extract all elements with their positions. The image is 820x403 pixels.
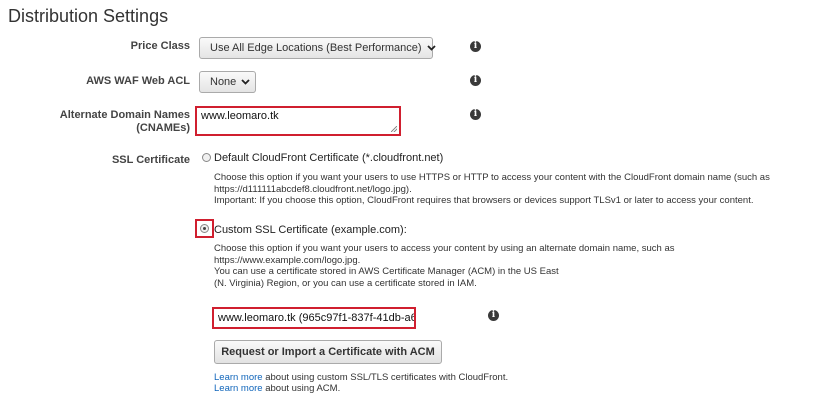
page-title: Distribution Settings bbox=[8, 6, 169, 26]
price-class-value: Use All Edge Locations (Best Performance… bbox=[210, 42, 422, 54]
waf-label: AWS WAF Web ACL bbox=[86, 75, 190, 87]
custom-cert-description: Choose this option if you want your user… bbox=[214, 243, 674, 290]
learn-more-ssl-link[interactable]: Learn more bbox=[214, 372, 263, 383]
cnames-value: www.leomaro.tk bbox=[201, 110, 279, 122]
learn-more-ssl-line: Learn more about using custom SSL/TLS ce… bbox=[214, 372, 508, 384]
chevron-down-icon bbox=[241, 77, 250, 88]
acm-request-button[interactable]: Request or Import a Certificate with ACM bbox=[214, 340, 442, 364]
custom-desc-line: You can use a certificate stored in AWS … bbox=[214, 266, 559, 278]
custom-desc-line: https://www.example.com/logo.jpg. bbox=[214, 254, 361, 266]
waf-select[interactable]: None bbox=[199, 71, 256, 93]
default-desc-line: Important: If you choose this option, Cl… bbox=[214, 195, 754, 207]
learn-more-acm-line: Learn more about using ACM. bbox=[214, 383, 340, 395]
cnames-textarea[interactable]: www.leomaro.tk bbox=[195, 106, 401, 136]
custom-desc-line: (N. Virginia) Region, or you can use a c… bbox=[214, 278, 477, 290]
custom-cert-radio[interactable] bbox=[200, 224, 209, 233]
cnames-label: Alternate Domain Names (CNAMEs) bbox=[0, 109, 190, 135]
custom-cert-radio-highlight[interactable] bbox=[195, 219, 214, 238]
learn-more-acm-link[interactable]: Learn more bbox=[214, 383, 263, 394]
resize-grip-icon[interactable] bbox=[391, 126, 397, 132]
learn-more-acm-text: about using ACM. bbox=[262, 383, 341, 394]
chevron-down-icon bbox=[426, 43, 436, 54]
cnames-info-icon[interactable]: i bbox=[470, 109, 481, 120]
default-cert-description: Choose this option if you want your user… bbox=[214, 172, 770, 207]
price-class-select[interactable]: Use All Edge Locations (Best Performance… bbox=[199, 37, 436, 59]
price-class-info-icon[interactable]: i bbox=[470, 41, 481, 52]
default-cert-radio[interactable] bbox=[202, 153, 211, 162]
cnames-label-line2: (CNAMEs) bbox=[136, 122, 190, 134]
custom-desc-line: Choose this option if you want your user… bbox=[214, 243, 675, 254]
learn-more-ssl-text: about using custom SSL/TLS certificates … bbox=[262, 372, 509, 383]
waf-info-icon[interactable]: i bbox=[470, 75, 481, 86]
certificate-info-icon[interactable]: i bbox=[488, 310, 499, 321]
default-desc-line: Choose this option if you want your user… bbox=[214, 172, 770, 183]
certificate-input[interactable]: www.leomaro.tk (965c97f1-837f-41db-a6 bbox=[212, 307, 416, 329]
waf-value: None bbox=[210, 76, 237, 88]
ssl-label: SSL Certificate bbox=[111, 154, 190, 166]
cnames-label-line1: Alternate Domain Names bbox=[59, 109, 190, 121]
default-cert-option-label[interactable]: Default CloudFront Certificate (*.cloudf… bbox=[214, 152, 443, 164]
default-desc-line: https://d111111abcdef8.cloudfront.net/lo… bbox=[214, 183, 412, 195]
certificate-value: www.leomaro.tk (965c97f1-837f-41db-a6 bbox=[218, 312, 416, 324]
custom-cert-option-label[interactable]: Custom SSL Certificate (example.com): bbox=[214, 224, 407, 236]
price-class-label: Price Class bbox=[130, 40, 190, 52]
